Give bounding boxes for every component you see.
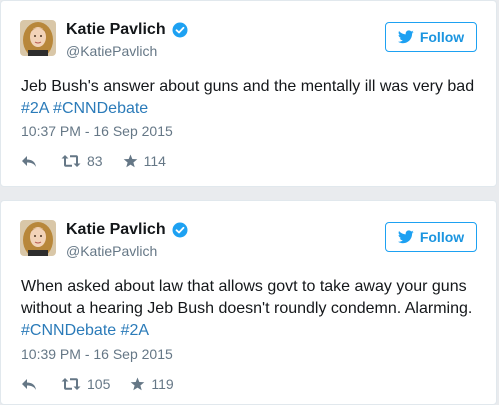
star-icon [130, 377, 145, 391]
avatar[interactable] [20, 20, 56, 56]
star-icon [123, 154, 138, 168]
reply-arrow-icon [21, 377, 37, 391]
hashtag-link[interactable]: #CNNDebate [53, 100, 148, 117]
retweet-count: 105 [87, 376, 111, 392]
tweet-actions: 83 114 [21, 153, 166, 169]
tweet-card: Katie Pavlich @KatiePavlich Follow When … [0, 200, 497, 405]
verified-badge-icon [172, 22, 188, 38]
twitter-bird-icon [397, 230, 414, 244]
verified-badge-icon [172, 222, 188, 238]
tweet-body: When asked about law that allows govt to… [21, 278, 473, 317]
tweet-timestamp[interactable]: 10:37 PM - 16 Sep 2015 [21, 123, 173, 139]
follow-button[interactable]: Follow [385, 22, 477, 52]
tweet-actions: 105 119 [21, 376, 174, 392]
retweet-button[interactable]: 105 [61, 376, 110, 392]
tweet-body: Jeb Bush's answer about guns and the men… [21, 78, 475, 95]
author-name-row: Katie Pavlich [66, 221, 188, 239]
hashtag-link[interactable]: #2A [121, 322, 149, 339]
author-name[interactable]: Katie Pavlich [66, 21, 166, 39]
like-count: 119 [151, 376, 174, 392]
follow-label: Follow [419, 29, 465, 45]
hashtag-link[interactable]: #2A [21, 100, 49, 117]
tweet-text: Jeb Bush's answer about guns and the men… [21, 76, 486, 120]
retweet-icon [61, 154, 81, 168]
author-handle[interactable]: @KatiePavlich [66, 43, 157, 59]
tweet-card: Katie Pavlich @KatiePavlich Follow Jeb B… [0, 0, 497, 187]
like-count: 114 [143, 153, 166, 169]
like-button[interactable]: 119 [130, 376, 174, 392]
retweet-button[interactable]: 83 [61, 153, 103, 169]
retweet-count: 83 [87, 153, 103, 169]
avatar[interactable] [20, 220, 56, 256]
twitter-bird-icon [397, 30, 414, 44]
reply-button[interactable] [21, 377, 37, 391]
reply-button[interactable] [21, 154, 37, 168]
author-handle[interactable]: @KatiePavlich [66, 243, 157, 259]
retweet-icon [61, 377, 81, 391]
follow-button[interactable]: Follow [385, 222, 477, 252]
follow-label: Follow [419, 229, 465, 245]
hashtag-link[interactable]: #CNNDebate [21, 322, 116, 339]
author-name[interactable]: Katie Pavlich [66, 221, 166, 239]
like-button[interactable]: 114 [123, 153, 166, 169]
tweet-text: When asked about law that allows govt to… [21, 276, 486, 342]
author-name-row: Katie Pavlich [66, 21, 188, 39]
tweet-feed: Katie Pavlich @KatiePavlich Follow Jeb B… [0, 0, 499, 405]
tweet-timestamp[interactable]: 10:39 PM - 16 Sep 2015 [21, 346, 173, 362]
reply-arrow-icon [21, 154, 37, 168]
